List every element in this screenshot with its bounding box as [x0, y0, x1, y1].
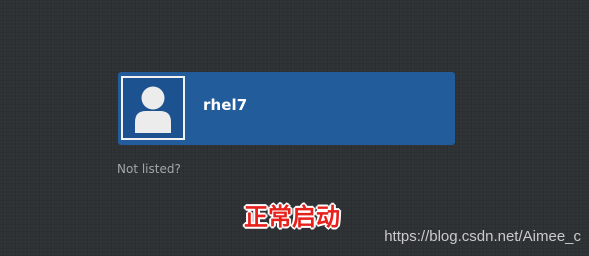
not-listed-link[interactable]: Not listed? [117, 162, 181, 176]
avatar [121, 76, 185, 140]
annotation-label: 正常启动 [244, 203, 340, 231]
user-list-item-rhel7[interactable]: rhel7 [118, 72, 455, 145]
watermark: https://blog.csdn.net/Aimee_c [384, 228, 581, 245]
default-user-icon [123, 78, 183, 138]
user-name: rhel7 [203, 96, 248, 114]
